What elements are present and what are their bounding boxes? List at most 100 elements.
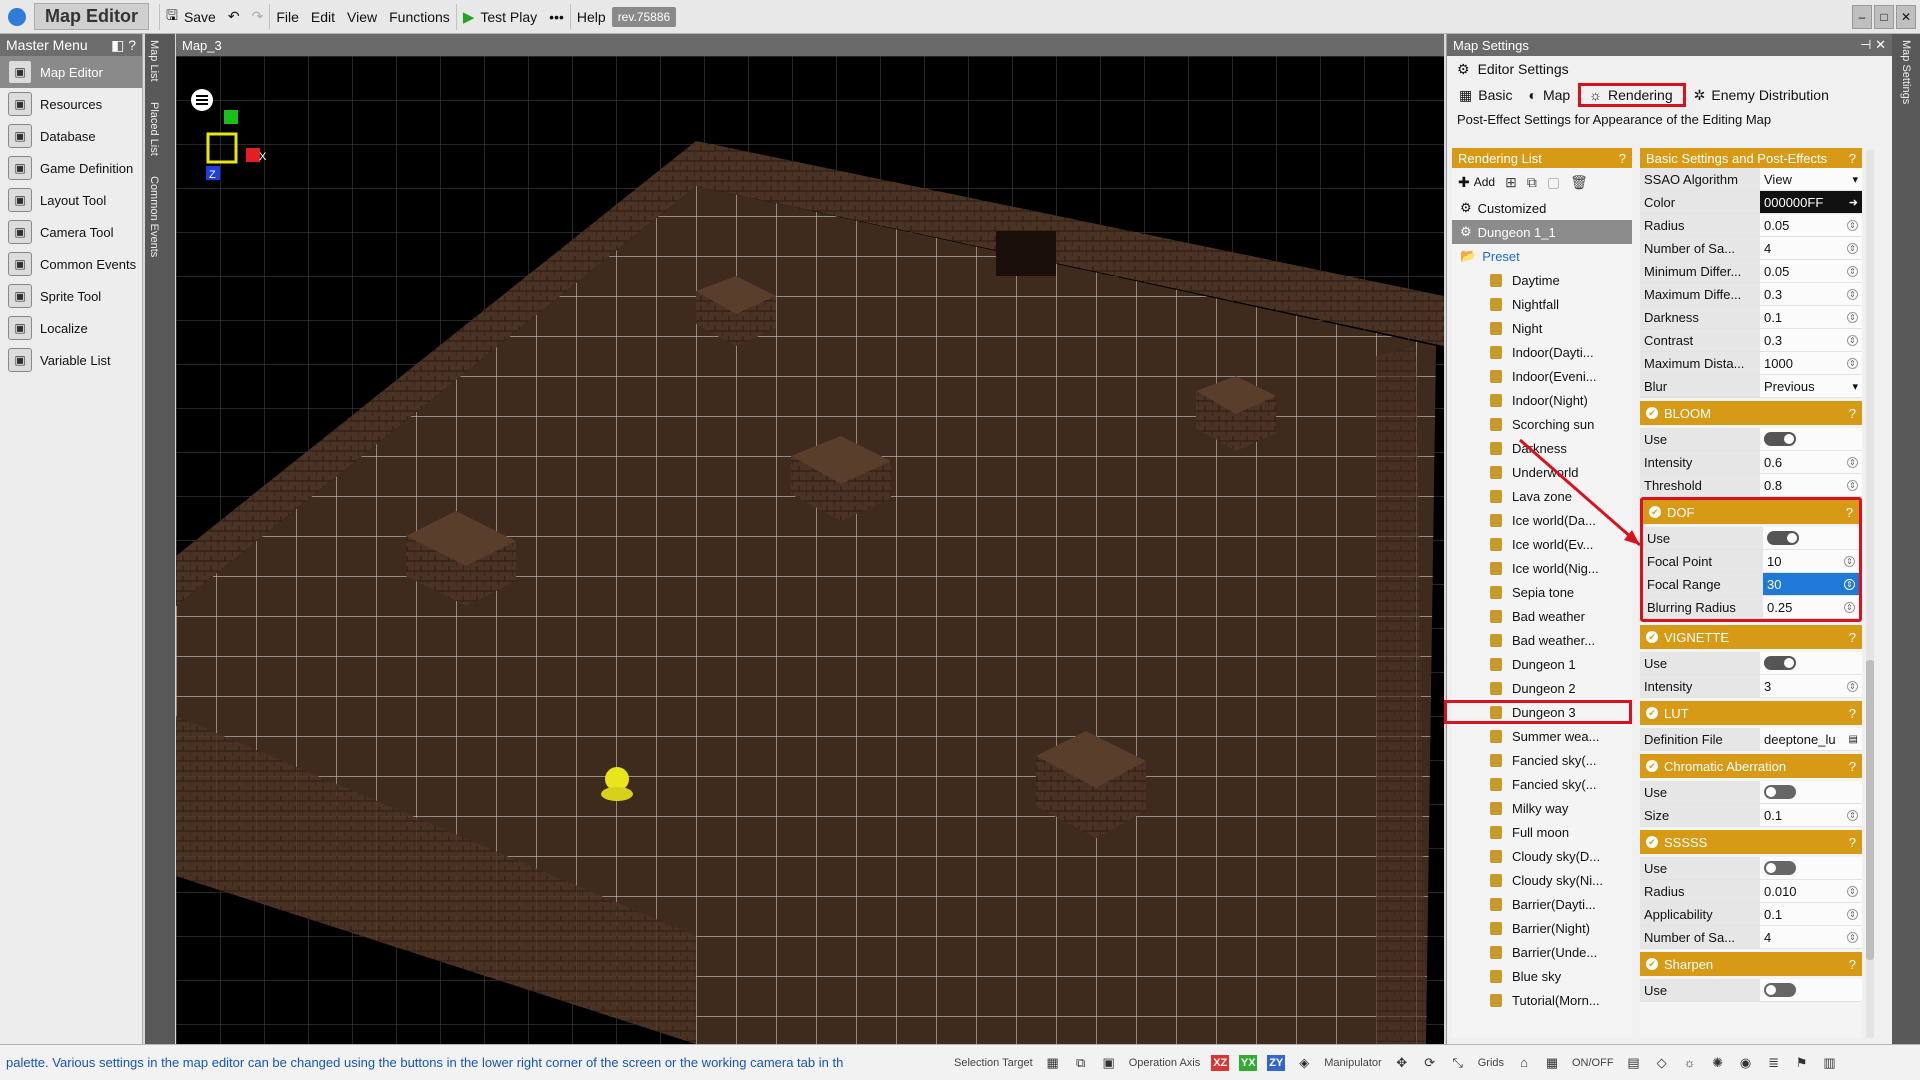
- dropdown-icon[interactable]: ▾: [1852, 380, 1858, 393]
- select-tile-icon[interactable]: ▦: [1044, 1054, 1062, 1072]
- toggle-light-icon[interactable]: ☼: [1681, 1054, 1699, 1072]
- list-item[interactable]: Indoor(Night): [1452, 388, 1632, 412]
- save-button[interactable]: 🖫 Save: [159, 3, 222, 30]
- map-viewport[interactable]: Map_3 X Z: [176, 34, 1444, 1044]
- prop-value[interactable]: 0.1 ⇕: [1760, 306, 1862, 328]
- prop-value[interactable]: View ▾: [1760, 168, 1862, 190]
- close-window-button[interactable]: ✕: [1896, 4, 1916, 29]
- grid-height-icon[interactable]: ⌂: [1515, 1054, 1533, 1072]
- list-item[interactable]: Tutorial(Morn...: [1452, 988, 1632, 1012]
- move-icon[interactable]: ✥: [1393, 1054, 1411, 1072]
- toggle-shape-icon[interactable]: ◇: [1653, 1054, 1671, 1072]
- arrow-right-icon[interactable]: ➜: [1849, 196, 1858, 209]
- prop-value[interactable]: 0.25 ⇕: [1763, 596, 1859, 618]
- list-item[interactable]: Full moon: [1452, 820, 1632, 844]
- toggle-effect-icon[interactable]: ✺: [1709, 1054, 1727, 1072]
- select-object-icon[interactable]: ⧉: [1072, 1054, 1090, 1072]
- toggle-camera-icon[interactable]: ◉: [1737, 1054, 1755, 1072]
- collapse-menu-icon[interactable]: ◧ ?: [111, 37, 136, 54]
- redo-button[interactable]: ↷: [246, 4, 270, 30]
- grid-icon[interactable]: ▦: [1543, 1054, 1561, 1072]
- spinner-icon[interactable]: ⇕: [1844, 578, 1855, 590]
- menu-item[interactable]: ▣ Game Definition: [0, 152, 142, 184]
- spinner-icon[interactable]: ⇕: [1847, 456, 1858, 468]
- rotate-icon[interactable]: ⟳: [1421, 1054, 1439, 1072]
- dof-section[interactable]: ✔ DOF?: [1643, 500, 1859, 524]
- minimize-button[interactable]: –: [1852, 4, 1872, 29]
- undo-button[interactable]: ↶: [222, 4, 246, 30]
- list-item[interactable]: Fancied sky(...: [1452, 748, 1632, 772]
- spinner-icon[interactable]: ⇕: [1847, 265, 1858, 277]
- prop-value[interactable]: 0.1 ⇕: [1760, 903, 1862, 925]
- sssss-use-toggle[interactable]: [1764, 861, 1796, 875]
- prop-value[interactable]: 10 ⇕: [1763, 550, 1859, 572]
- viewport-menu-icon[interactable]: [191, 89, 213, 111]
- prop-value[interactable]: 4 ⇕: [1760, 926, 1862, 948]
- list-item[interactable]: Bad weather...: [1452, 628, 1632, 652]
- more-button[interactable]: •••: [543, 4, 570, 30]
- spinner-icon[interactable]: ⇕: [1844, 555, 1855, 567]
- spinner-icon[interactable]: ⇕: [1847, 242, 1858, 254]
- menu-item[interactable]: ▣ Sprite Tool: [0, 280, 142, 312]
- tab-map-list[interactable]: Map List: [148, 40, 160, 82]
- list-item[interactable]: Bad weather: [1452, 604, 1632, 628]
- tab-map[interactable]: ◐ Map: [1520, 83, 1578, 107]
- prop-value[interactable]: Previous ▾: [1760, 375, 1862, 397]
- bloom-use-toggle[interactable]: [1764, 432, 1796, 446]
- list-item[interactable]: Indoor(Eveni...: [1452, 364, 1632, 388]
- list-item[interactable]: Blue sky: [1452, 964, 1632, 988]
- menu-item[interactable]: ▣ Camera Tool: [0, 216, 142, 248]
- spinner-icon[interactable]: ⇕: [1847, 885, 1858, 897]
- list-item[interactable]: Milky way: [1452, 796, 1632, 820]
- prop-value[interactable]: 4 ⇕: [1760, 237, 1862, 259]
- tab-enemy-distribution[interactable]: ✲ Enemy Distribution: [1686, 83, 1837, 107]
- menu-functions[interactable]: Functions: [383, 4, 456, 30]
- list-item[interactable]: Dungeon 3: [1444, 700, 1632, 724]
- help-icon[interactable]: ?: [1849, 759, 1856, 774]
- toggle-layer-icon[interactable]: ≣: [1765, 1054, 1783, 1072]
- prop-value[interactable]: 0.8 ⇕: [1760, 474, 1862, 496]
- spinner-icon[interactable]: ⇕: [1847, 219, 1858, 231]
- list-item[interactable]: Summer wea...: [1452, 724, 1632, 748]
- sharpen-use-toggle[interactable]: [1764, 983, 1796, 997]
- paste-icon[interactable]: ▢: [1547, 174, 1560, 191]
- menu-help[interactable]: Help: [569, 3, 612, 30]
- list-item[interactable]: Indoor(Dayti...: [1452, 340, 1632, 364]
- prop-value[interactable]: 0.05 ⇕: [1760, 260, 1862, 282]
- sssss-section[interactable]: ✔ SSSSS?: [1640, 830, 1862, 854]
- menu-view[interactable]: View: [341, 4, 383, 30]
- new-folder-icon[interactable]: ⊞: [1505, 174, 1517, 191]
- maximize-button[interactable]: □: [1874, 4, 1894, 29]
- spinner-icon[interactable]: ⇕: [1847, 680, 1858, 692]
- menu-edit[interactable]: Edit: [305, 4, 341, 30]
- scrollbar-thumb[interactable]: [1866, 660, 1874, 960]
- tab-map-settings-collapsed[interactable]: Map Settings: [1900, 40, 1912, 104]
- menu-item[interactable]: ▣ Common Events: [0, 248, 142, 280]
- sharpen-section[interactable]: ✔ Sharpen?: [1640, 952, 1862, 976]
- toggle-event-icon[interactable]: ⚑: [1793, 1054, 1811, 1072]
- help-icon[interactable]: ?: [1849, 835, 1856, 850]
- axis-yx-button[interactable]: YX: [1239, 1054, 1258, 1071]
- prop-value[interactable]: deeptone_lu ▤: [1760, 728, 1862, 750]
- spinner-icon[interactable]: ⇕: [1847, 809, 1858, 821]
- spinner-icon[interactable]: ⇕: [1847, 288, 1858, 300]
- prop-value[interactable]: 0.3 ⇕: [1760, 283, 1862, 305]
- list-item[interactable]: Cloudy sky(Ni...: [1452, 868, 1632, 892]
- help-icon[interactable]: ?: [1849, 957, 1856, 972]
- tab-rendering[interactable]: ☼ Rendering: [1578, 83, 1686, 107]
- chromatic-use-toggle[interactable]: [1764, 785, 1796, 799]
- list-item[interactable]: Fancied sky(...: [1452, 772, 1632, 796]
- tab-basic[interactable]: ▦ Basic: [1451, 83, 1520, 107]
- spinner-icon[interactable]: ⇕: [1847, 311, 1858, 323]
- vignette-section[interactable]: ✔ VIGNETTE?: [1640, 625, 1862, 649]
- menu-item[interactable]: ▣ Resources: [0, 88, 142, 120]
- list-item[interactable]: Sepia tone: [1452, 580, 1632, 604]
- bloom-section[interactable]: ✔ BLOOM?: [1640, 401, 1862, 425]
- help-icon[interactable]: ?: [1849, 406, 1856, 421]
- toggle-misc-icon[interactable]: ▥: [1821, 1054, 1839, 1072]
- prop-value[interactable]: 000000FF ➜: [1760, 191, 1862, 213]
- list-item-selected[interactable]: ⚙ Dungeon 1_1: [1452, 220, 1632, 244]
- manipulator-icon[interactable]: ◈: [1295, 1054, 1313, 1072]
- axis-xz-button[interactable]: XZ: [1211, 1054, 1230, 1071]
- prop-value[interactable]: 0.3 ⇕: [1760, 329, 1862, 351]
